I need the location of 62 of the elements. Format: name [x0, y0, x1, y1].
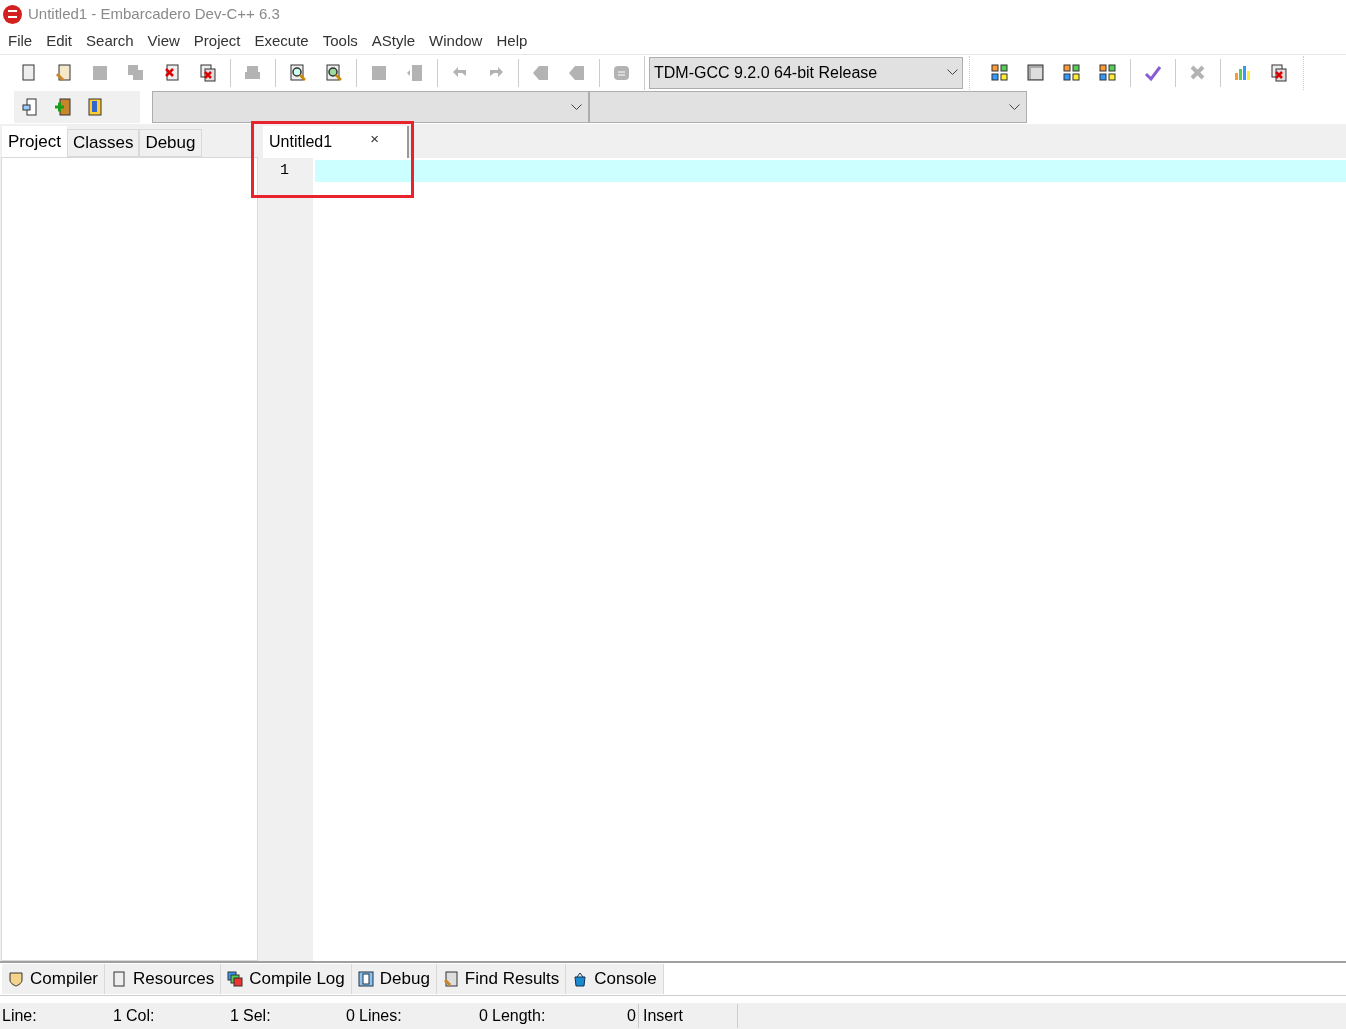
windows-icon: [227, 971, 244, 987]
output-tab[interactable]: Debug: [351, 964, 437, 994]
close-pages-icon[interactable]: [199, 63, 217, 82]
bar-chart-icon[interactable]: [1234, 63, 1252, 82]
open-page-icon[interactable]: [55, 63, 73, 82]
chevron-down-icon: [571, 103, 582, 111]
search-page-icon: [442, 971, 459, 987]
line-number: 1: [279, 160, 290, 181]
status-label: Col:: [126, 1006, 155, 1026]
shield-icon: [8, 971, 24, 987]
status-value: 0: [627, 1006, 636, 1026]
app-logo-icon: [3, 4, 22, 24]
panel-tab[interactable]: Project: [2, 126, 67, 157]
search-icon[interactable]: [289, 63, 307, 82]
menu-item[interactable]: Search: [79, 29, 141, 53]
status-value: 1: [113, 1006, 122, 1026]
status-value: 0: [346, 1006, 355, 1026]
output-tab[interactable]: Compiler: [2, 964, 106, 994]
close-pages-icon[interactable]: [1270, 63, 1288, 82]
status-label: Sel:: [243, 1006, 271, 1026]
status-label: Length:: [492, 1006, 546, 1026]
menu-item[interactable]: AStyle: [364, 29, 423, 53]
output-tab[interactable]: Resources: [105, 964, 222, 994]
output-tab[interactable]: Find Results: [436, 964, 567, 994]
editor-tab[interactable]: Untitled1 ×: [263, 126, 409, 158]
status-label: Line:: [2, 1006, 37, 1026]
search-replace-icon[interactable]: [325, 63, 343, 82]
status-label: Lines:: [359, 1006, 402, 1026]
class-dropdown[interactable]: [152, 91, 589, 123]
status-mode: Insert: [638, 1004, 738, 1028]
add-icon[interactable]: [54, 98, 72, 116]
menu-item[interactable]: File: [1, 29, 40, 53]
page-icon: [111, 971, 128, 987]
panel-tab[interactable]: Classes: [66, 129, 140, 157]
output-tab[interactable]: Console: [566, 964, 664, 994]
insert-icon[interactable]: [22, 98, 38, 116]
grid-icon[interactable]: [1099, 63, 1117, 82]
menu-item[interactable]: Tools: [315, 29, 365, 53]
checkmark-icon[interactable]: [1144, 63, 1162, 82]
window-title: Untitled1 - Embarcadero Dev-C++ 6.3: [28, 3, 280, 24]
chevron-down-icon: [947, 69, 958, 76]
status-value: 1: [230, 1006, 239, 1026]
menu-item[interactable]: View: [140, 29, 187, 53]
menu-item[interactable]: Edit: [39, 29, 80, 53]
menu-item[interactable]: Window: [422, 29, 490, 53]
compiler-dropdown[interactable]: TDM-GCC 9.2.0 64-bit Release: [649, 56, 963, 89]
close-button[interactable]: ×: [370, 127, 379, 151]
close-page-icon[interactable]: [163, 63, 181, 82]
status-value: 0: [479, 1006, 488, 1026]
grid-icon[interactable]: [1063, 63, 1081, 82]
page-icon[interactable]: [19, 63, 37, 82]
grid-icon[interactable]: [991, 63, 1009, 82]
bucket-icon: [572, 971, 589, 987]
chevron-down-icon: [1009, 103, 1020, 111]
function-dropdown[interactable]: [589, 91, 1027, 123]
output-tab[interactable]: Compile Log: [221, 964, 352, 994]
window-icon[interactable]: [1027, 63, 1045, 82]
menu-item[interactable]: Help: [489, 29, 535, 53]
menu-item[interactable]: Project: [186, 29, 248, 53]
menu-item[interactable]: Execute: [247, 29, 316, 53]
panel-tab[interactable]: Debug: [139, 129, 202, 157]
code-editor[interactable]: 1: [263, 158, 1346, 961]
